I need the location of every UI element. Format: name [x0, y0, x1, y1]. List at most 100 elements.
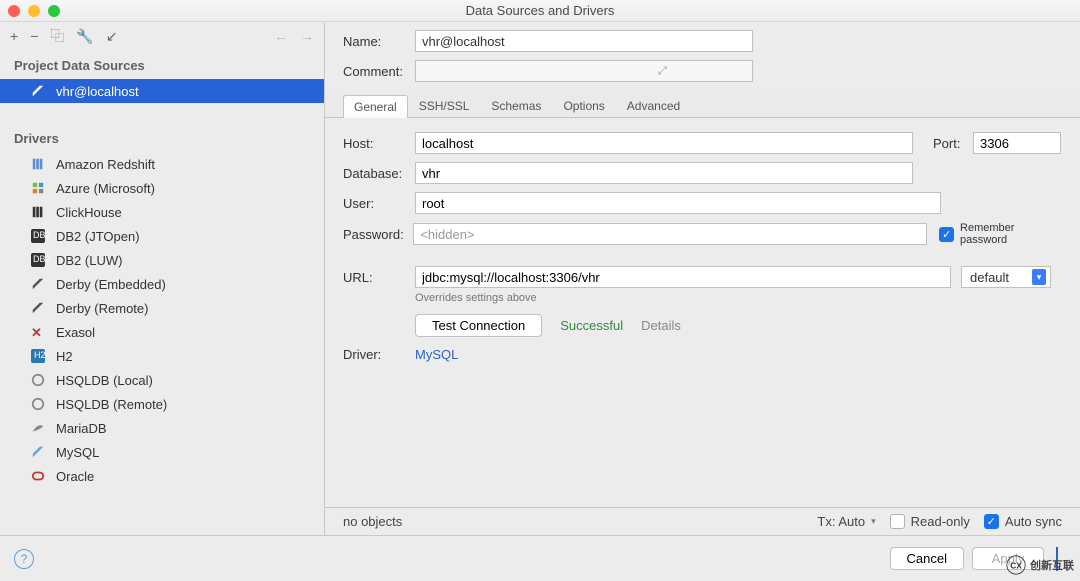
test-connection-button[interactable]: Test Connection [415, 314, 542, 337]
remember-password-label: Remember password [960, 222, 1062, 246]
host-input[interactable] [415, 132, 913, 154]
driver-label: MariaDB [56, 421, 107, 436]
tab-options[interactable]: Options [552, 94, 615, 117]
driver-item[interactable]: HSQLDB (Remote) [0, 392, 324, 416]
driver-item[interactable]: ✕Exasol [0, 320, 324, 344]
sidebar-toolbar: + − ⿻ 🔧 ↙ ← → [0, 22, 324, 50]
name-input[interactable] [415, 30, 753, 52]
window-title: Data Sources and Drivers [0, 3, 1080, 18]
driver-item[interactable]: Derby (Embedded) [0, 272, 324, 296]
forward-icon[interactable]: → [300, 28, 314, 44]
driver-label: HSQLDB (Local) [56, 373, 153, 388]
copy-icon[interactable]: ⿻ [50, 26, 64, 46]
feather-icon [30, 83, 46, 99]
driver-item[interactable]: HSQLDB (Local) [0, 368, 324, 392]
dropdown-arrow-icon: ▾ [1032, 269, 1046, 285]
objects-status: no objects [343, 514, 402, 529]
host-label: Host: [343, 136, 415, 151]
squares-icon [30, 180, 46, 196]
driver-label: Amazon Redshift [56, 157, 155, 172]
titlebar: Data Sources and Drivers [0, 0, 1080, 22]
watermark: CX 创新互联 [1006, 555, 1074, 575]
url-label: URL: [343, 270, 415, 285]
comment-input[interactable] [415, 60, 753, 82]
db2-icon: DB2 [30, 252, 46, 268]
hsql-icon [30, 396, 46, 412]
feather-dark-icon [30, 276, 46, 292]
driver-item[interactable]: MySQL [0, 440, 324, 464]
driver-label: Oracle [56, 469, 94, 484]
user-input[interactable] [415, 192, 941, 214]
driver-label: Derby (Remote) [56, 301, 148, 316]
driver-label: ClickHouse [56, 205, 122, 220]
datasource-tree: vhr@localhost [0, 79, 324, 103]
driver-item[interactable]: Azure (Microsoft) [0, 176, 324, 200]
details-link[interactable]: Details [641, 318, 681, 333]
tab-sshssl[interactable]: SSH/SSL [408, 94, 481, 117]
url-hint: Overrides settings above [415, 292, 1062, 304]
drivers-tree: Amazon Redshift Azure (Microsoft) ClickHou… [0, 152, 324, 488]
svg-text:CX: CX [1010, 560, 1022, 570]
driver-label: Driver: [343, 347, 415, 362]
tab-general[interactable]: General [343, 95, 408, 118]
bars-blue-icon [30, 156, 46, 172]
driver-item[interactable]: DB2 DB2 (JTOpen) [0, 224, 324, 248]
driver-label: MySQL [56, 445, 99, 460]
readonly-label: Read-only [911, 514, 970, 529]
dialog-footer: ? Cancel Apply CX 创新互联 [0, 535, 1080, 581]
driver-item[interactable]: Derby (Remote) [0, 296, 324, 320]
back-icon[interactable]: ← [274, 28, 288, 44]
db2-icon: DB2 [30, 228, 46, 244]
remove-icon[interactable]: − [30, 28, 38, 44]
sort-icon[interactable]: ↙ [106, 28, 118, 45]
driver-label: DB2 (LUW) [56, 253, 122, 268]
driver-item[interactable]: H2 H2 [0, 344, 324, 368]
driver-label: Derby (Embedded) [56, 277, 166, 292]
settings-icon[interactable]: 🔧 [76, 28, 93, 45]
tab-advanced[interactable]: Advanced [616, 94, 691, 117]
tx-mode[interactable]: Tx: Auto▾ [817, 514, 875, 529]
driver-item[interactable]: Oracle [0, 464, 324, 488]
driver-label: H2 [56, 349, 73, 364]
oracle-icon [30, 468, 46, 484]
database-input[interactable] [415, 162, 913, 184]
general-panel: Host: Port: Database: User: Password: [325, 118, 1080, 507]
driver-item[interactable]: Amazon Redshift [0, 152, 324, 176]
bars-dark-icon [30, 204, 46, 220]
drivers-header: Drivers [0, 123, 324, 152]
driver-item[interactable]: DB2 DB2 (LUW) [0, 248, 324, 272]
datasource-label: vhr@localhost [56, 84, 139, 99]
datasource-item[interactable]: vhr@localhost [0, 79, 324, 103]
port-input[interactable] [973, 132, 1061, 154]
driver-item[interactable]: MariaDB [0, 416, 324, 440]
h2-icon: H2 [30, 348, 46, 364]
database-label: Database: [343, 166, 415, 181]
help-button[interactable]: ? [14, 549, 34, 569]
readonly-checkbox[interactable] [890, 514, 905, 529]
driver-item[interactable]: ClickHouse [0, 200, 324, 224]
main-panel: Name: Comment: ⤢ GeneralSSH/SSLSchemasOp… [325, 22, 1080, 535]
autosync-label: Auto sync [1005, 514, 1062, 529]
name-label: Name: [343, 34, 415, 49]
hsql-icon [30, 372, 46, 388]
driver-label: Azure (Microsoft) [56, 181, 155, 196]
driver-label: DB2 (JTOpen) [56, 229, 140, 244]
maria-icon [30, 420, 46, 436]
datasources-header: Project Data Sources [0, 50, 324, 79]
add-icon[interactable]: + [10, 28, 18, 44]
remember-password-checkbox[interactable]: ✓ [939, 227, 954, 242]
cancel-button[interactable]: Cancel [890, 547, 964, 570]
password-label: Password: [343, 227, 413, 242]
feather-dark-icon [30, 300, 46, 316]
autosync-checkbox[interactable]: ✓ [984, 514, 999, 529]
url-mode-select[interactable]: default ▾ [961, 266, 1051, 288]
url-input[interactable] [415, 266, 951, 288]
comment-label: Comment: [343, 64, 415, 79]
password-input[interactable] [413, 223, 927, 245]
tab-schemas[interactable]: Schemas [480, 94, 552, 117]
mysql-icon [30, 444, 46, 460]
driver-label: HSQLDB (Remote) [56, 397, 167, 412]
driver-link[interactable]: MySQL [415, 347, 458, 362]
driver-label: Exasol [56, 325, 95, 340]
sidebar: + − ⿻ 🔧 ↙ ← → Project Data Sources vhr@l… [0, 22, 325, 535]
